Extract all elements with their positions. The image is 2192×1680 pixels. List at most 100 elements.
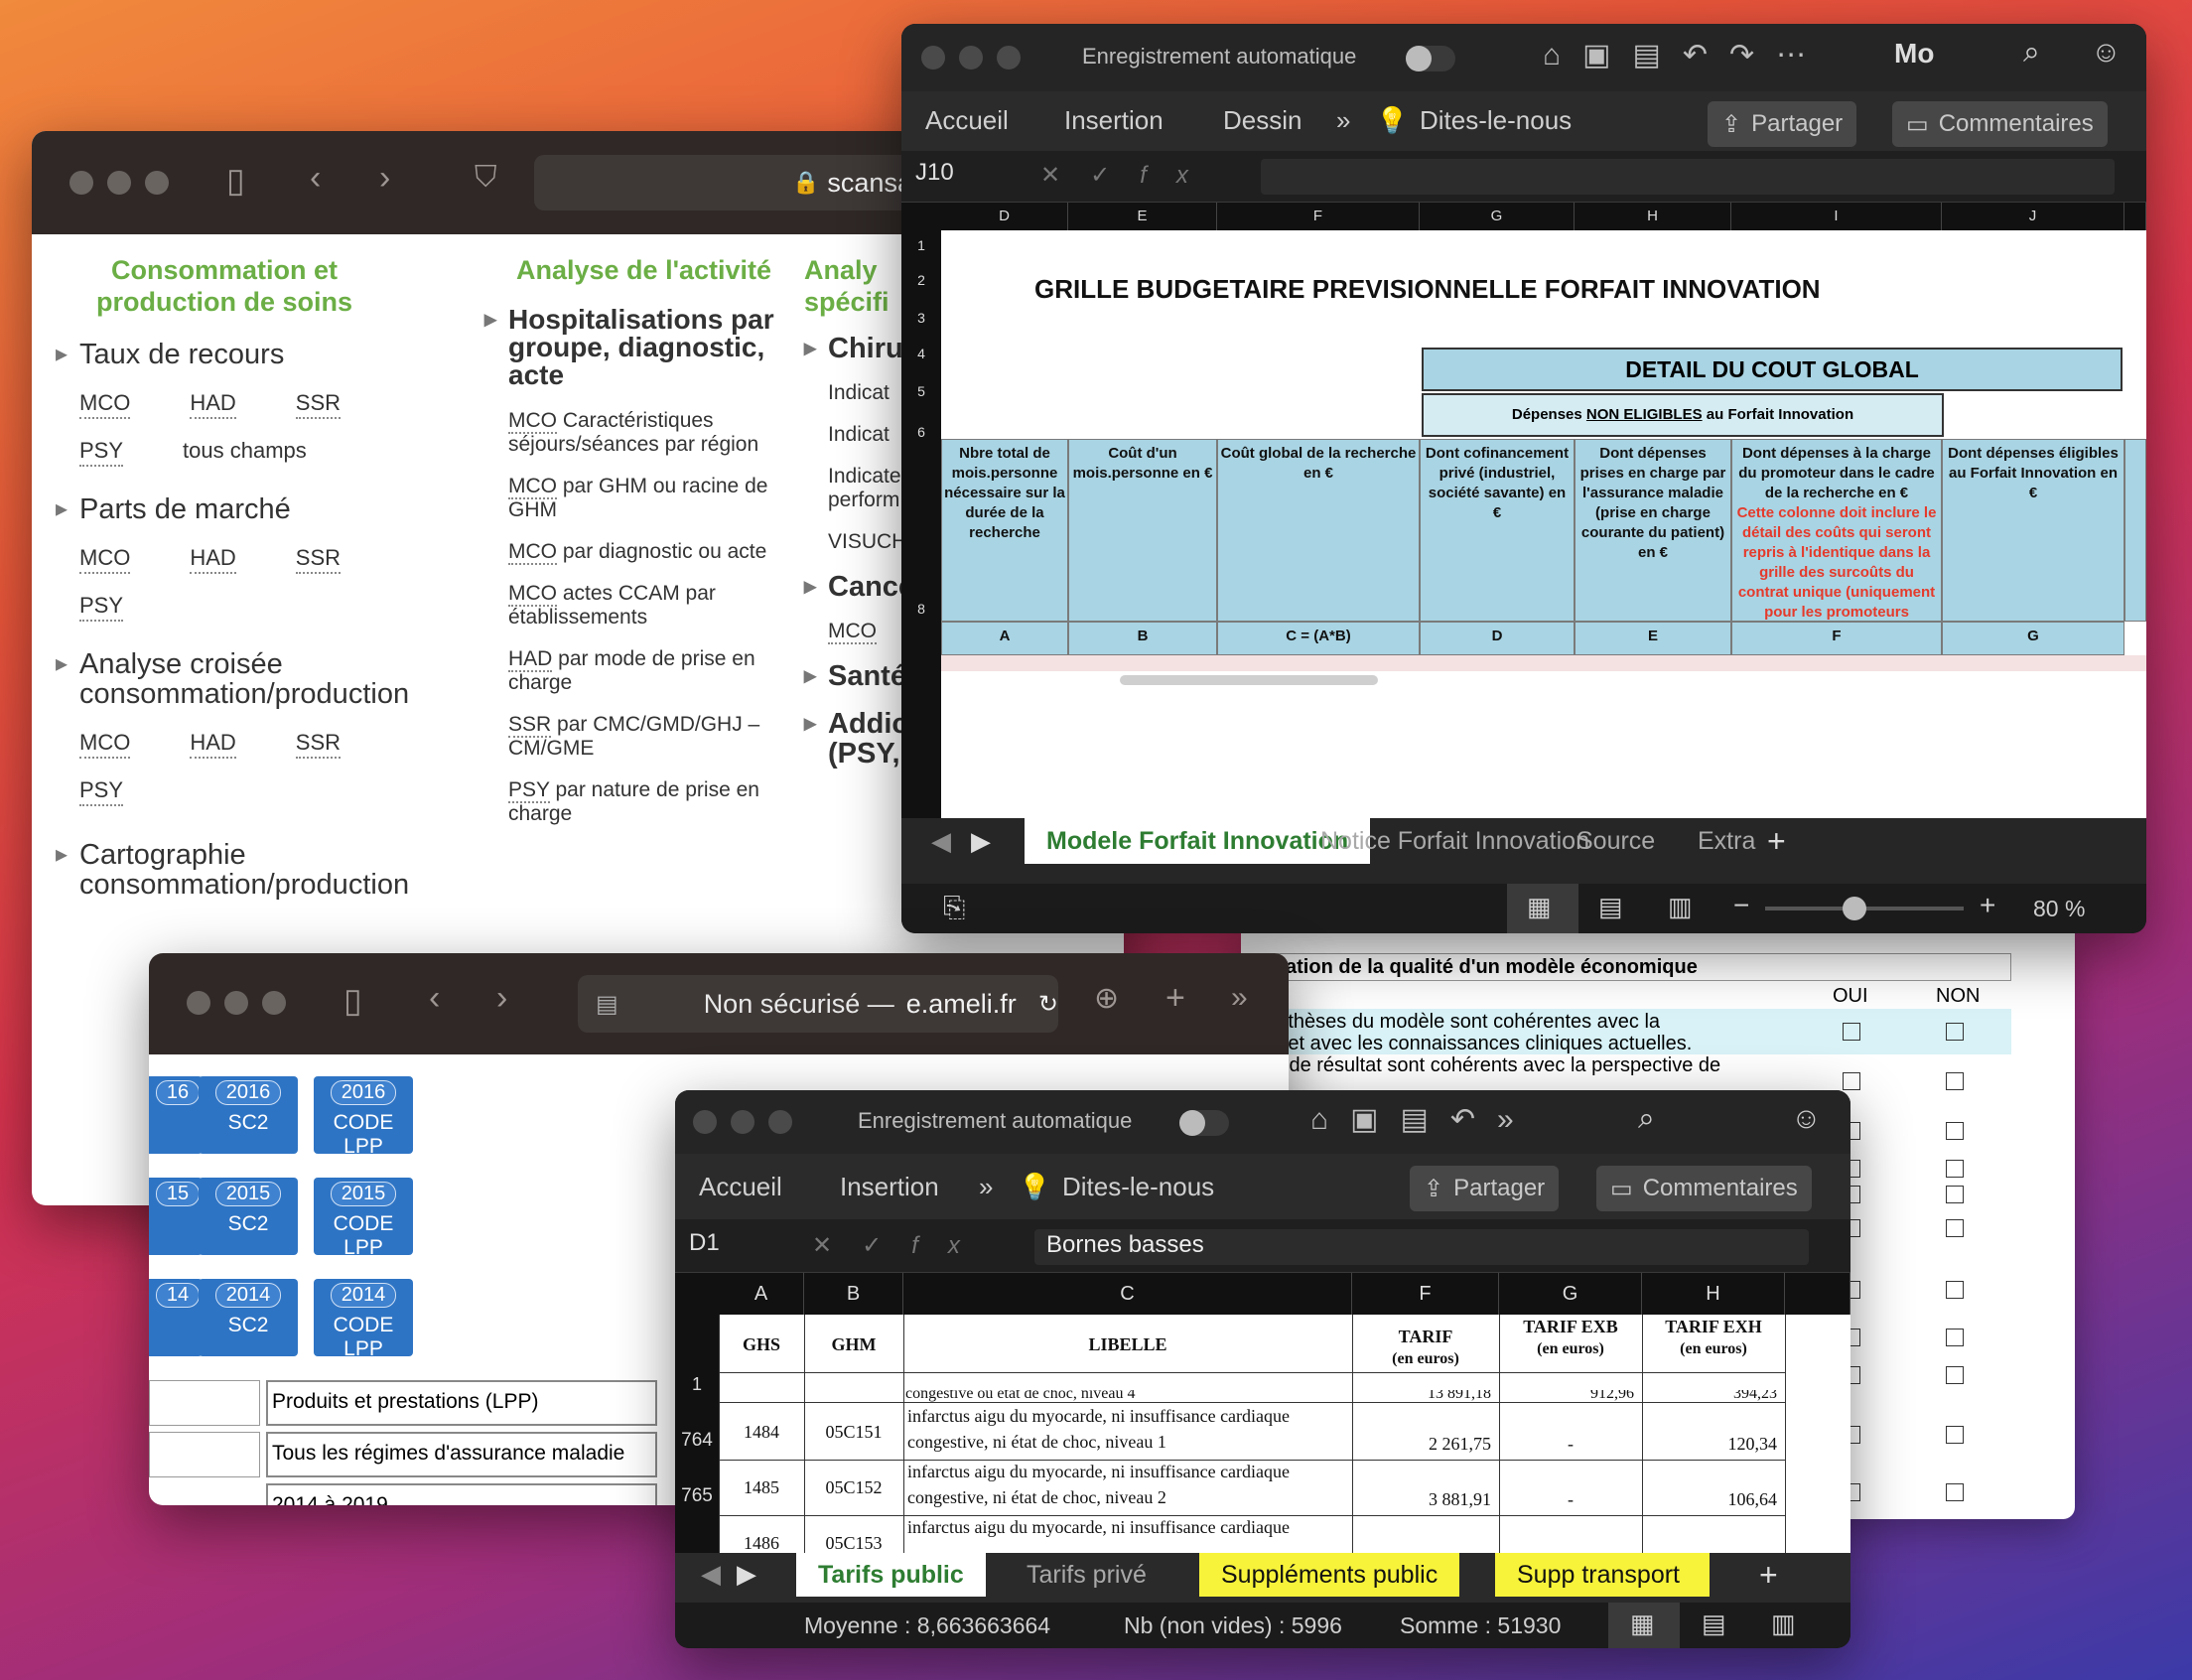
name-box[interactable]: D1 bbox=[689, 1229, 720, 1257]
share-button[interactable]: ⇪ Partager bbox=[1708, 101, 1857, 147]
link-psy[interactable]: PSY bbox=[79, 592, 124, 622]
normal-view-icon[interactable]: ▦ bbox=[1630, 1609, 1655, 1639]
link-mco-ghm[interactable]: MCO par GHM ou racine de GHM bbox=[508, 475, 802, 522]
cell-ghs[interactable]: 1486 bbox=[719, 1533, 804, 1553]
link-mco[interactable]: MCO bbox=[79, 389, 131, 419]
column-header[interactable] bbox=[2124, 203, 2146, 230]
column-header[interactable]: H bbox=[1575, 203, 1731, 230]
close-window-button[interactable] bbox=[693, 1110, 717, 1134]
tab-accueil[interactable]: Accueil bbox=[699, 1172, 782, 1202]
folder-icon[interactable]: 14 bbox=[149, 1279, 203, 1356]
link-psy-nature[interactable]: PSY par nature de prise en charge bbox=[508, 778, 802, 826]
link-ssr[interactable]: SSR bbox=[295, 729, 342, 759]
folder-icon[interactable]: 2014 CODE LPP bbox=[314, 1279, 413, 1360]
page-break-icon[interactable]: ▥ bbox=[1771, 1609, 1796, 1639]
code-cell[interactable]: B bbox=[1068, 622, 1217, 655]
column-header[interactable]: C bbox=[903, 1273, 1352, 1315]
column-header[interactable]: B bbox=[804, 1273, 903, 1315]
zoom-window-button[interactable] bbox=[262, 991, 286, 1015]
cell-tarif[interactable]: 2 261,75 bbox=[1352, 1434, 1491, 1458]
formula-input[interactable] bbox=[1261, 159, 2115, 195]
more-icon[interactable]: » bbox=[1497, 1103, 1536, 1136]
row-header[interactable]: 764 bbox=[675, 1404, 719, 1460]
zoom-in-icon[interactable]: + bbox=[1980, 890, 1995, 921]
cell-ghm[interactable]: 05C151 bbox=[804, 1422, 903, 1446]
save-as-icon[interactable]: ▤ bbox=[1400, 1103, 1449, 1136]
checkbox[interactable] bbox=[1946, 1366, 1964, 1384]
page-layout-icon[interactable]: ▤ bbox=[1598, 892, 1623, 922]
cancel-icon[interactable]: ✕ bbox=[812, 1232, 862, 1259]
row-header[interactable]: 1 bbox=[675, 1315, 719, 1404]
autosave-toggle[interactable] bbox=[1406, 46, 1455, 71]
ribbon-overflow-icon[interactable]: » bbox=[979, 1172, 993, 1202]
tab-insertion[interactable]: Insertion bbox=[1064, 105, 1164, 136]
zoom-out-icon[interactable]: − bbox=[1733, 890, 1749, 921]
undo-icon[interactable]: ↶ bbox=[1450, 1103, 1497, 1136]
smiley-feedback-icon[interactable]: ☺ bbox=[2091, 36, 2122, 70]
header-tarif-exb-unit[interactable]: (en euros) bbox=[1499, 1340, 1642, 1364]
forward-icon[interactable]: › bbox=[379, 159, 390, 198]
cancel-icon[interactable]: ✕ bbox=[1040, 162, 1090, 189]
code-cell[interactable]: A bbox=[941, 622, 1068, 655]
link-had[interactable]: HAD bbox=[190, 729, 236, 759]
share-button[interactable]: ⇪ Partager bbox=[1410, 1166, 1560, 1211]
checkbox[interactable] bbox=[1946, 1122, 1964, 1140]
confirm-icon[interactable]: ✓ bbox=[862, 1232, 911, 1259]
add-sheet-icon[interactable]: + bbox=[1737, 1553, 1800, 1597]
header-cell-promoteur[interactable]: Dont dépenses à la charge du promoteur d… bbox=[1731, 439, 1942, 640]
ribbon-overflow-icon[interactable]: » bbox=[1336, 105, 1350, 136]
column-header[interactable]: F bbox=[1352, 1273, 1499, 1315]
minimize-window-button[interactable] bbox=[224, 991, 248, 1015]
tab-tarifs-public[interactable]: Tarifs public bbox=[796, 1553, 986, 1597]
checkbox[interactable] bbox=[1843, 1023, 1860, 1041]
sidebar-icon[interactable]: ▯ bbox=[226, 161, 245, 201]
section-hospitalisations[interactable]: Hospitalisations par groupe, diagnostic,… bbox=[484, 306, 802, 389]
comments-button[interactable]: ▭ Commentaires bbox=[1892, 101, 2108, 147]
address-bar[interactable]: ▤ Non sécurisé — e.ameli.fr ↻ bbox=[578, 975, 1058, 1033]
close-window-button[interactable] bbox=[187, 991, 210, 1015]
tab-dessin[interactable]: Dessin bbox=[1223, 105, 1302, 136]
link-ssr[interactable]: SSR bbox=[295, 389, 342, 419]
section-cartographie[interactable]: Cartographie consommation/production bbox=[56, 840, 473, 900]
folder-icon[interactable]: 16 bbox=[149, 1076, 203, 1154]
spreadsheet-grid[interactable]: D E F G H I J 1 2 3 4 5 6 7 8 GRILLE BUD… bbox=[901, 203, 2146, 818]
next-sheet-icon[interactable]: ▶ bbox=[971, 826, 991, 857]
cell-ghs[interactable]: 1485 bbox=[719, 1477, 804, 1501]
zoom-window-button[interactable] bbox=[145, 171, 169, 195]
tab-supplements-public[interactable]: Suppléments public bbox=[1199, 1553, 1460, 1597]
link-had[interactable]: HAD bbox=[190, 389, 236, 419]
tab-accueil[interactable]: Accueil bbox=[925, 105, 1009, 136]
reader-icon[interactable]: ▤ bbox=[596, 990, 618, 1019]
cell-tarif-exh[interactable]: 106,64 bbox=[1642, 1489, 1778, 1513]
cell-tarif[interactable] bbox=[1352, 1545, 1491, 1553]
header-ghs[interactable]: GHS bbox=[719, 1334, 804, 1364]
code-cell[interactable]: C = (A*B) bbox=[1217, 622, 1420, 655]
prev-sheet-icon[interactable]: ◀ bbox=[701, 1559, 721, 1590]
section-addictologie[interactable]: Addic (PSY, bbox=[804, 709, 908, 769]
link-psy[interactable]: PSY bbox=[79, 776, 124, 806]
minimize-window-button[interactable] bbox=[107, 171, 131, 195]
folder-icon[interactable]: 2015 CODE LPP bbox=[314, 1178, 413, 1259]
header-cell[interactable]: Dont dépenses éligibles au Forfait Innov… bbox=[1942, 439, 2124, 622]
checkbox[interactable] bbox=[1946, 1186, 1964, 1203]
cell-libelle[interactable]: infarctus aigu du myocarde, ni insuffisa… bbox=[907, 1462, 1350, 1485]
shield-icon[interactable]: ⛉ bbox=[475, 161, 497, 195]
name-box[interactable]: J10 bbox=[915, 159, 954, 187]
folder-icon[interactable]: 2015 SC2 bbox=[199, 1178, 298, 1255]
autosave-toggle[interactable] bbox=[1179, 1110, 1229, 1136]
cell-libelle[interactable]: infarctus aigu du myocarde, ni insuffisa… bbox=[907, 1406, 1350, 1430]
function-icon[interactable]: fx bbox=[1140, 162, 1218, 189]
header-tarif[interactable]: TARIF bbox=[1352, 1327, 1499, 1350]
folder-icon[interactable]: 2016 SC2 bbox=[199, 1076, 298, 1154]
undo-icon[interactable]: ↶ bbox=[1683, 39, 1729, 71]
add-sheet-icon[interactable]: + bbox=[1745, 818, 1808, 864]
code-cell[interactable]: D bbox=[1420, 622, 1575, 655]
checkbox[interactable] bbox=[1946, 1023, 1964, 1041]
header-tarif-exb[interactable]: TARIF EXB bbox=[1499, 1317, 1642, 1340]
header-tarif-exh-unit[interactable]: (en euros) bbox=[1642, 1340, 1785, 1364]
more-tabs-icon[interactable]: » bbox=[1231, 981, 1248, 1015]
cell-tarif-exh[interactable]: 120,34 bbox=[1642, 1434, 1778, 1458]
code-cell[interactable]: E bbox=[1575, 622, 1731, 655]
back-icon[interactable]: ‹ bbox=[310, 159, 321, 198]
column-header[interactable]: G bbox=[1420, 203, 1575, 230]
